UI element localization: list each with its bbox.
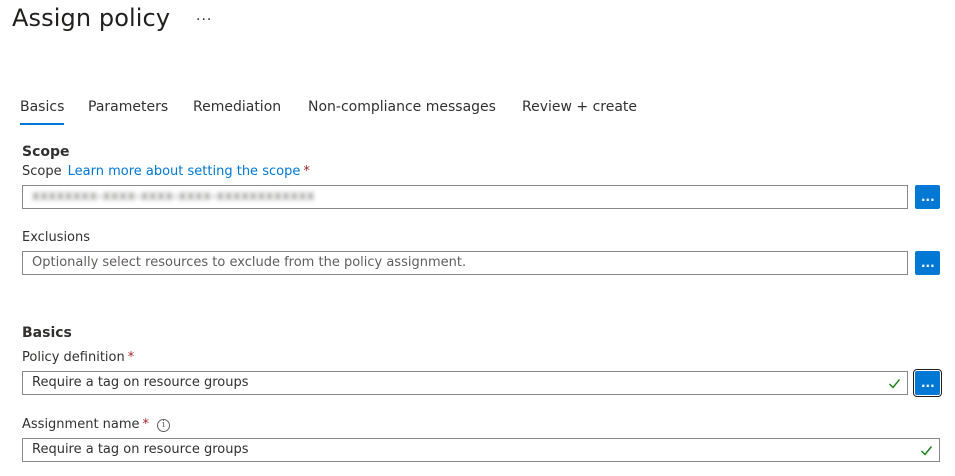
scope-value: xxxxxxxx-xxxx-xxxx-xxxx-xxxxxxxxxxxx <box>32 189 315 204</box>
required-indicator: * <box>303 164 310 179</box>
tab-review-create[interactable]: Review + create <box>522 99 637 123</box>
scope-learn-more-link[interactable]: Learn more about setting the scope <box>68 164 301 179</box>
info-icon[interactable]: i <box>157 419 171 432</box>
check-icon <box>921 446 933 456</box>
policy-definition-browse-button[interactable]: ... <box>913 369 942 397</box>
tab-parameters[interactable]: Parameters <box>88 99 168 123</box>
scope-field[interactable]: xxxxxxxx-xxxx-xxxx-xxxx-xxxxxxxxxxxx <box>22 185 908 209</box>
tab-basics[interactable]: Basics <box>20 99 65 125</box>
assignment-name-label-row: Assignment name * i <box>22 417 171 432</box>
exclusions-label: Exclusions <box>22 230 91 245</box>
basics-heading: Basics <box>22 325 72 341</box>
scope-browse-button[interactable]: ... <box>915 185 940 209</box>
policy-definition-value: Require a tag on resource groups <box>32 375 249 390</box>
more-icon[interactable]: ··· <box>196 12 212 28</box>
policy-definition-field[interactable]: Require a tag on resource groups <box>22 371 908 395</box>
assignment-name-label: Assignment name <box>22 417 140 432</box>
exclusions-field[interactable]: Optionally select resources to exclude f… <box>22 251 908 275</box>
page-title: Assign policy <box>12 4 171 32</box>
check-icon <box>889 379 901 389</box>
assignment-name-value: Require a tag on resource groups <box>32 442 249 457</box>
scope-label: Scope <box>22 164 62 179</box>
tab-remediation[interactable]: Remediation <box>193 99 281 123</box>
policy-definition-label-row: Policy definition * <box>22 350 134 365</box>
scope-label-row: Scope Learn more about setting the scope * <box>22 164 310 179</box>
required-indicator: * <box>127 350 135 365</box>
policy-definition-label: Policy definition <box>22 350 125 365</box>
exclusions-browse-button[interactable]: ... <box>915 251 940 275</box>
scope-heading: Scope <box>22 144 70 160</box>
tab-non-compliance-messages[interactable]: Non-compliance messages <box>308 99 496 123</box>
required-indicator: * <box>142 417 150 432</box>
assignment-name-field[interactable]: Require a tag on resource groups <box>22 438 940 462</box>
